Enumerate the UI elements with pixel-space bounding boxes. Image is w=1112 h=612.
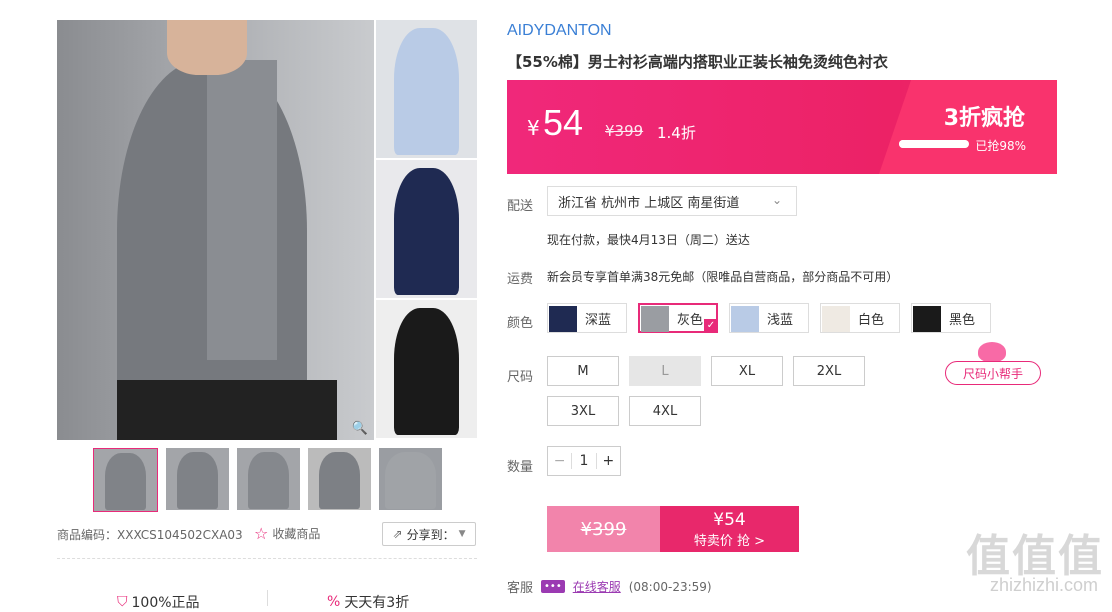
check-icon: ✓ <box>704 319 718 333</box>
sold-progress-label: 已抢98% <box>975 139 1026 153</box>
watermark-url: zhizhizhi.com <box>989 575 1098 595</box>
buy-original-price: ¥399 <box>547 506 660 552</box>
side-thumb-black[interactable] <box>376 300 477 438</box>
color-swatch <box>731 305 759 332</box>
main-product-image[interactable]: 🔍 <box>57 20 374 440</box>
size-option[interactable]: 4XL <box>629 396 701 426</box>
product-code: 商品编码：XXXCS104502CXA03 <box>57 528 243 542</box>
percent-icon: % <box>327 594 341 610</box>
address-value: 浙江省 杭州市 上城区 南星街道 <box>558 195 740 211</box>
current-price: 54 <box>543 102 584 143</box>
buy-action-label: 特卖价 抢 > <box>693 533 766 549</box>
price-banner: ¥ 54 ¥399 1.4折 3折疯抢 已抢98% <box>507 80 1057 174</box>
guarantee-authentic: ⛉ 100%正品 <box>117 592 200 612</box>
size-option[interactable]: 3XL <box>547 396 619 426</box>
buy-action[interactable]: ¥54 特卖价 抢 > <box>660 506 799 552</box>
color-option-label: 浅蓝 <box>767 312 794 328</box>
brand-name[interactable]: AIDYDANTON <box>507 22 612 40</box>
chevron-down-icon: ⌄ <box>771 193 782 207</box>
color-option[interactable]: 白色 <box>820 303 900 333</box>
buy-price: ¥54 <box>713 509 746 530</box>
delivery-eta: 现在付款，最快4月13日（周二）送达 <box>547 233 750 247</box>
service-label: 客服 <box>507 581 534 596</box>
size-option[interactable]: L <box>629 356 701 386</box>
plus-button[interactable]: + <box>597 453 620 469</box>
color-option[interactable]: 黑色 <box>911 303 991 333</box>
customer-service: 客服 ••• 在线客服 (08:00-23:59) <box>507 577 712 597</box>
size-label: 尺码 <box>507 370 534 385</box>
discount-rate: 1.4折 <box>657 124 696 142</box>
color-swatch <box>549 305 577 332</box>
size-option[interactable]: M <box>547 356 619 386</box>
thumbnail[interactable] <box>379 448 442 510</box>
quantity-label: 数量 <box>507 460 534 475</box>
star-icon: ☆ <box>254 524 269 543</box>
color-swatch <box>822 305 850 332</box>
thumbnail[interactable] <box>93 448 158 512</box>
color-label: 颜色 <box>507 316 534 331</box>
delivery-label: 配送 <box>507 199 534 214</box>
deal-label: 3折疯抢 <box>943 106 1025 131</box>
color-swatch <box>641 305 669 332</box>
color-swatch <box>913 305 941 332</box>
product-title: 【55%棉】男士衬衫高端内搭职业正装长袖免烫纯色衬衣 <box>507 53 888 71</box>
share-label: 分享到： <box>406 527 455 542</box>
daily-discount: % 天天有3折 <box>327 592 409 612</box>
mascot-icon <box>978 342 1006 362</box>
size-option[interactable]: XL <box>711 356 783 386</box>
color-option[interactable]: 深蓝 <box>547 303 627 333</box>
quantity-stepper[interactable]: − 1 + <box>547 446 621 476</box>
color-option[interactable]: 浅蓝 <box>729 303 809 333</box>
shield-icon: ⛉ <box>117 594 128 610</box>
minus-button[interactable]: − <box>548 453 571 469</box>
share-icon: ⇗ <box>392 527 403 541</box>
original-price: ¥399 <box>605 122 644 140</box>
color-option-label: 黑色 <box>949 312 976 328</box>
side-thumb-navy[interactable] <box>376 160 477 298</box>
thumbnail-strip <box>93 448 442 512</box>
color-option[interactable]: 灰色 ✓ <box>638 303 718 333</box>
divider <box>57 558 477 559</box>
currency-symbol: ¥ <box>527 116 540 140</box>
address-select[interactable]: 浙江省 杭州市 上城区 南星街道 ⌄ <box>547 186 797 216</box>
color-option-label: 白色 <box>858 312 885 328</box>
thumbnail[interactable] <box>166 448 229 510</box>
buy-button[interactable]: ¥399 ¥54 特卖价 抢 > <box>547 506 799 552</box>
share-button[interactable]: ⇗ 分享到： ▼ <box>382 522 476 546</box>
service-hours: (08:00-23:59) <box>628 579 712 594</box>
thumbnail[interactable] <box>237 448 300 510</box>
guarantee-label: 100%正品 <box>131 595 200 611</box>
chat-icon: ••• <box>541 580 565 593</box>
sold-progress-bar <box>899 140 969 148</box>
size-helper-button[interactable]: 尺码小帮手 <box>945 361 1041 385</box>
color-option-label: 灰色 <box>677 312 704 328</box>
side-thumb-light-blue[interactable] <box>376 20 477 158</box>
divider <box>267 590 268 606</box>
color-option-label: 深蓝 <box>585 312 612 328</box>
shipping-text: 新会员专享首单满38元免邮（限唯品自营商品，部分商品不可用） <box>547 270 899 284</box>
shipping-label: 运费 <box>507 272 534 287</box>
size-option[interactable]: 2XL <box>793 356 865 386</box>
online-service-link[interactable]: 在线客服 <box>573 578 621 595</box>
magnifier-icon[interactable]: 🔍 <box>352 421 368 436</box>
thumbnail[interactable] <box>308 448 371 510</box>
daily-discount-label: 天天有3折 <box>344 595 410 611</box>
quantity-value[interactable]: 1 <box>571 453 597 469</box>
side-thumbnails <box>376 20 477 440</box>
favorite-button[interactable]: ☆ 收藏商品 <box>254 524 320 543</box>
chevron-down-icon: ▼ <box>458 529 466 539</box>
favorite-label: 收藏商品 <box>272 527 321 541</box>
